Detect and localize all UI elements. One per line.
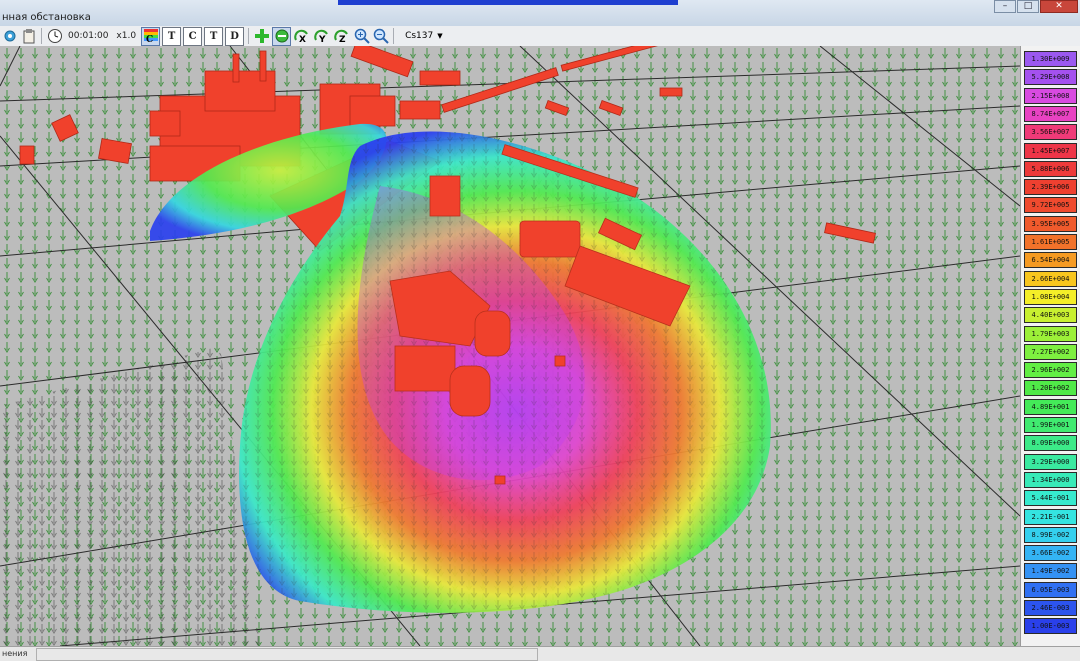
legend-item: 1.61E+005 — [1024, 234, 1077, 250]
window-title: нная обстановка — [2, 12, 91, 23]
svg-text:Z: Z — [339, 35, 346, 44]
legend-item: 2.66E+004 — [1024, 270, 1077, 287]
legend-item: 3.56E+007 — [1024, 124, 1077, 141]
legend-item: 1.00E-003 — [1024, 618, 1077, 635]
legend-item: 3.29E+000 — [1024, 453, 1077, 470]
legend-item: 8.09E+000 — [1024, 435, 1077, 452]
temperature-mode-icon[interactable]: T — [162, 26, 182, 46]
time-layer-icon[interactable]: T — [204, 26, 224, 46]
legend-item: 2.39E+006 — [1024, 179, 1077, 196]
scene-canvas[interactable] — [0, 46, 1020, 646]
legend-item: 4.40E+003 — [1024, 307, 1077, 324]
legend-item: 6.05E-003 — [1024, 581, 1077, 598]
rotate-y-icon[interactable]: Y — [313, 28, 331, 45]
minimize-button[interactable]: – — [994, 0, 1016, 13]
svg-text:C: C — [146, 35, 153, 43]
maximize-button[interactable]: □ — [1017, 0, 1039, 13]
time-display: 00:01:00 — [68, 31, 109, 41]
zoom-out-icon[interactable] — [372, 28, 389, 45]
legend-item: 4.89E+001 — [1024, 398, 1077, 415]
status-text: нения — [2, 649, 28, 658]
zoom-in-icon[interactable] — [353, 28, 370, 45]
title-bar: нная обстановка – □ ✕ — [0, 0, 1080, 27]
legend-item: 2.15E+008 — [1024, 87, 1077, 104]
toolbar: 00:01:00 x1.0 C T C T D X Y Z Cs137 ▼ — [0, 26, 1080, 47]
clipboard-icon[interactable] — [20, 28, 37, 45]
legend-item: 2.96E+002 — [1024, 362, 1077, 379]
legend-item: 8.74E+007 — [1024, 105, 1077, 122]
toolbar-separator — [393, 28, 395, 44]
legend-item: 6.54E+004 — [1024, 252, 1077, 269]
legend-item: 7.27E+002 — [1024, 343, 1077, 360]
close-button[interactable]: ✕ — [1040, 0, 1078, 13]
clock-icon[interactable] — [46, 28, 63, 45]
toolbar-separator — [41, 28, 42, 44]
legend-item: 3.95E+005 — [1024, 215, 1077, 232]
scene-viewport[interactable] — [0, 46, 1020, 646]
toolbar-separator — [248, 28, 250, 44]
status-bar: нения — [0, 646, 1080, 661]
speed-display: x1.0 — [116, 31, 137, 41]
legend-item: 1.30E+009 — [1024, 51, 1077, 67]
chevron-down-icon: ▼ — [437, 32, 443, 40]
svg-text:Y: Y — [318, 35, 326, 44]
isotope-select[interactable]: Cs137 ▼ — [401, 28, 447, 45]
settings-icon[interactable] — [1, 28, 18, 45]
concentration-layer-icon[interactable]: C — [183, 26, 203, 46]
svg-text:X: X — [299, 35, 306, 44]
legend-item: 2.21E-001 — [1024, 508, 1077, 525]
legend-item: 1.49E-002 — [1024, 563, 1077, 580]
add-icon[interactable] — [253, 28, 270, 45]
active-window-accent — [338, 0, 678, 5]
rotate-z-icon[interactable]: Z — [333, 28, 351, 45]
legend-item: 5.29E+008 — [1024, 69, 1077, 86]
legend-item: 1.08E+004 — [1024, 288, 1077, 305]
legend-item: 3.66E-002 — [1024, 545, 1077, 562]
rotate-x-icon[interactable]: X — [293, 28, 311, 45]
source-icon[interactable] — [272, 26, 292, 46]
legend-item: 1.79E+003 — [1024, 325, 1077, 342]
legend-item: 5.88E+006 — [1024, 160, 1077, 177]
legend-item: 2.46E-003 — [1024, 600, 1077, 616]
legend-item: 1.45E+007 — [1024, 142, 1077, 159]
isotope-value: Cs137 — [405, 31, 434, 41]
legend-item: 1.34E+000 — [1024, 471, 1077, 488]
legend-item: 1.99E+001 — [1024, 417, 1077, 433]
legend-item: 1.20E+002 — [1024, 380, 1077, 397]
legend-item: 9.72E+005 — [1024, 197, 1077, 214]
dose-layer-icon[interactable]: D — [225, 26, 245, 46]
legend-item: 5.44E-001 — [1024, 490, 1077, 507]
status-cell — [36, 648, 538, 661]
concentration-legend: 1.30E+009 5.29E+008 2.15E+008 8.74E+007 3.56… — [1020, 46, 1080, 646]
concentration-mode-icon[interactable]: C — [141, 26, 161, 46]
legend-item: 8.99E-002 — [1024, 526, 1077, 543]
window-controls: – □ ✕ — [993, 0, 1078, 13]
